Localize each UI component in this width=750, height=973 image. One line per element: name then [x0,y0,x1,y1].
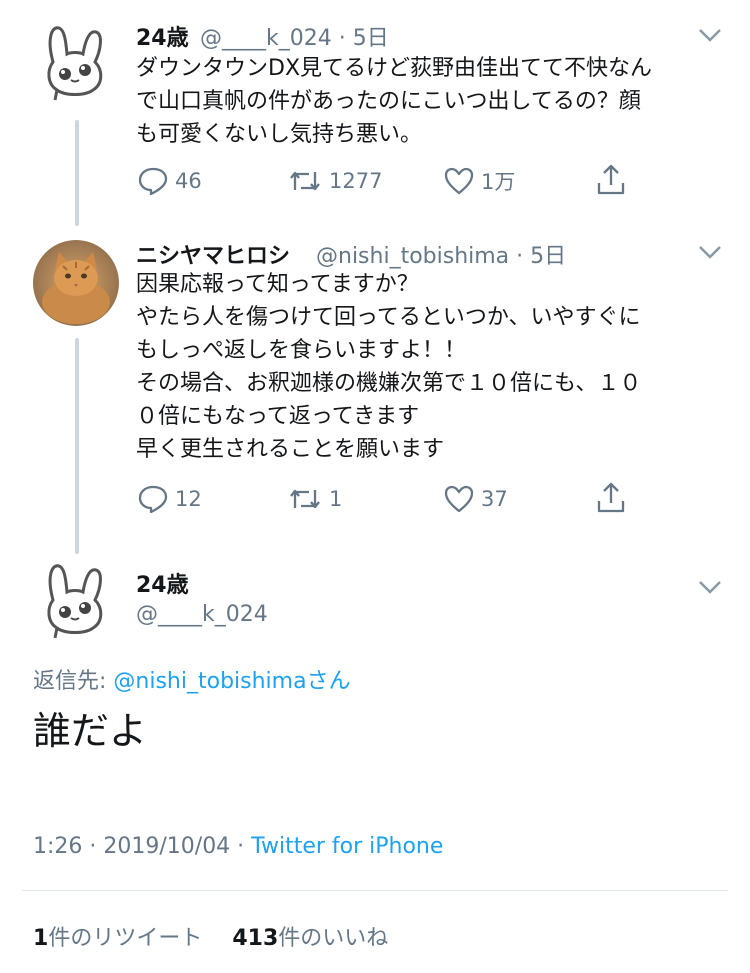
share-icon [597,164,625,195]
reply-to-prefix: 返信先: [33,669,114,694]
share-button[interactable] [595,163,633,197]
reply-count: 12 [175,487,202,511]
retweet-count: 1277 [329,169,383,193]
author-name[interactable]: 24歳 [136,20,189,52]
reply-button[interactable]: 12 [137,484,202,514]
like-button[interactable]: 1万 [443,166,515,196]
heart-icon [444,167,474,195]
like-button[interactable]: 37 [443,484,508,514]
client-link[interactable]: Twitter for iPhone [251,834,443,859]
tweet-time: · 5日 [516,244,567,269]
heart-icon [444,485,474,513]
avatar[interactable] [33,20,119,106]
avatar[interactable] [33,240,119,326]
reply-icon [138,167,168,196]
retweet-button[interactable]: 1 [287,484,342,514]
like-count: 1万 [481,170,516,194]
handle-text: @nishi_tobishima [316,244,510,269]
author-handle[interactable]: @nishi_tobishima · 5日 [316,238,566,270]
tweet-text: 因果応報って知ってますか？ やたら人を傷つけて回ってるといつか、いやすぐに もし… [136,272,642,462]
timestamp: 1:26 · 2019/10/04 · [33,834,252,859]
retweet-icon [290,171,320,191]
reply-to-suffix: さん [306,669,351,694]
reply-to-link[interactable]: @nishi_tobishima [113,669,306,694]
main-tweet-text: 誰だよ [33,709,148,753]
retweets-stat[interactable]: 1件のリツイート [33,926,202,951]
like-count: 37 [481,487,508,511]
chevron-down-icon[interactable] [698,579,722,595]
reply-count: 46 [175,169,202,193]
rabbit-avatar-icon [47,564,103,639]
engagement-stats: 1件のリツイート 413件のいいね [33,920,388,952]
retweet-count: 1 [329,487,343,511]
author-handle[interactable]: @____k_024 · 5日 [200,20,389,52]
likes-stat[interactable]: 413件のいいね [232,926,388,951]
retweet-label: 件のリツイート [48,926,203,951]
retweet-total: 1 [33,926,49,951]
like-total: 413 [232,926,279,951]
thread-connector [75,338,79,554]
reply-icon [138,485,168,514]
retweet-icon [290,489,320,509]
thread-connector [75,120,79,226]
author-name[interactable]: 24歳 [136,567,189,599]
author-handle[interactable]: @____k_024 [136,602,268,627]
timestamp-line: 1:26 · 2019/10/04 · Twitter for iPhone [33,834,443,859]
reply-to-line: 返信先: @nishi_tobishimaさん [33,663,351,695]
handle-text: @____k_024 [200,26,332,51]
tweet-time: · 5日 [338,26,389,51]
reply-button[interactable]: 46 [137,166,202,196]
share-icon [597,482,625,513]
retweet-button[interactable]: 1277 [287,166,382,196]
chevron-down-icon[interactable] [698,27,722,43]
share-button[interactable] [595,481,633,515]
author-name[interactable]: ニシヤマヒロシ [136,238,290,270]
chevron-down-icon[interactable] [698,244,722,260]
cat-avatar-icon [33,240,119,326]
like-label: 件のいいね [278,926,389,951]
avatar[interactable] [33,558,119,644]
tweet-text: ダウンタウンDX見てるけど荻野由佳出てて不快なん で山口真帆の件があったのにこい… [136,56,653,147]
rabbit-avatar-icon [47,26,103,101]
divider [22,890,728,891]
